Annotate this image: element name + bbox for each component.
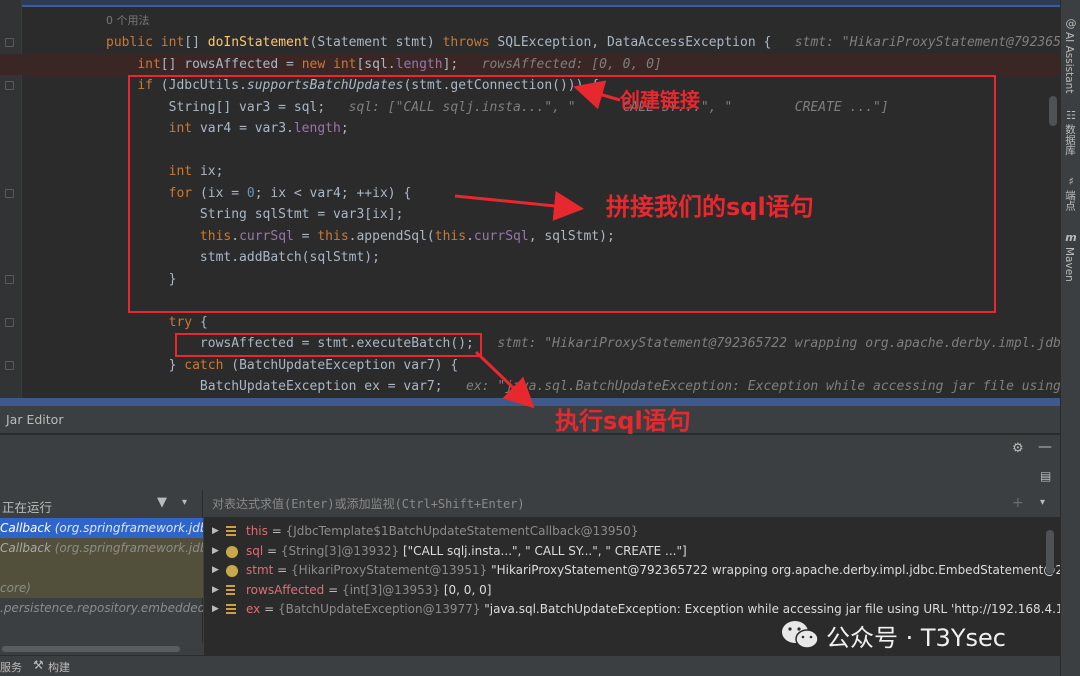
variable-name: sql: [246, 543, 264, 558]
services-tab[interactable]: 服务: [0, 659, 22, 675]
chevron-down-icon[interactable]: ▾: [182, 497, 187, 508]
variable-value: [0, 0, 0]: [443, 582, 492, 597]
field-icon: [226, 526, 236, 538]
arrow-create-connection: [573, 80, 621, 110]
stack-frame[interactable]: [0, 558, 203, 578]
layout-icon[interactable]: ▤: [1040, 469, 1051, 483]
variable-type: {HikariProxyStatement@13951}: [291, 563, 488, 577]
expand-arrow-icon[interactable]: ▶: [212, 600, 219, 620]
variable-equals: =: [263, 543, 281, 558]
variable-text: rowsAffected = {int[3]@13953} [0, 0, 0]: [246, 581, 491, 601]
evaluate-expression-input[interactable]: [212, 494, 1012, 514]
expand-arrow-icon[interactable]: ▶: [212, 522, 219, 542]
right-tool-strip: @ AI Assistant ☷ 数据库 ♯ 端点 m Maven: [1060, 0, 1080, 676]
arrow-execute-sql: [474, 350, 535, 409]
variable-equals: =: [267, 524, 286, 538]
parameter-icon: [226, 565, 238, 577]
stack-frame[interactable]: Callback (org.springframework.jdbc.core): [0, 518, 203, 538]
chevron-down-icon[interactable]: ▾: [1040, 497, 1045, 508]
variable-name: stmt: [246, 563, 274, 577]
variable-type: {String[3]@13932}: [280, 543, 400, 558]
frames-scrollbar[interactable]: [0, 643, 203, 655]
variable-row[interactable]: ▶ stmt = {HikariProxyStatement@13951} "Hi…: [204, 561, 1060, 581]
variable-row[interactable]: ▶ sql = {String[3]@13932} ["CALL sqlj.ins…: [204, 542, 1060, 562]
arrow-concat-sql: [454, 190, 584, 221]
variable-name: this: [246, 524, 268, 538]
variable-value: "HikariProxyStatement@792365722 wrapping…: [491, 563, 1060, 577]
stack-frame[interactable]: Callback (org.springframework.jdbc.core): [0, 538, 203, 558]
maven-icon[interactable]: m: [1065, 232, 1077, 244]
frames-panel: 正在运行 ▼ ▾ Callback (org.springframework.j…: [0, 490, 203, 655]
annotation-create-connection: 创建链接: [620, 88, 700, 112]
variable-type: {int[3]@13953}: [341, 582, 441, 597]
frame-method: Callback: [0, 541, 51, 555]
variable-row[interactable]: ▶ this = {JdbcTemplate$1BatchUpdateStatem…: [204, 522, 1060, 542]
expand-arrow-icon[interactable]: ▶: [212, 542, 219, 562]
wechat-icon: [782, 621, 819, 649]
variable-text: this = {JdbcTemplate$1BatchUpdateStateme…: [246, 522, 638, 542]
tab-maven[interactable]: Maven: [1063, 247, 1075, 282]
filter-icon[interactable]: ▼: [157, 495, 167, 510]
thread-status-label[interactable]: 正在运行: [2, 497, 52, 516]
variable-text: sql = {String[3]@13932} ["CALL sqlj.inst…: [246, 542, 687, 562]
array-icon: [226, 584, 235, 597]
annotation-execute-sql: 执行sql语句: [555, 407, 691, 435]
annotation-concat-sql: 拼接我们的sql语句: [606, 193, 814, 221]
tab-ai-assistant[interactable]: AI Assistant: [1063, 32, 1075, 93]
frame-location: (org.springframework.jdbc.core): [54, 541, 203, 555]
endpoints-icon[interactable]: ♯: [1065, 176, 1077, 188]
variable-value: ["CALL sqlj.insta...", " CALL SY...", " …: [402, 543, 687, 558]
variable-type: {BatchUpdateException@13977}: [277, 602, 481, 616]
stack-frame[interactable]: [0, 618, 203, 638]
field-icon: [226, 604, 236, 616]
minimize-icon[interactable]: —: [1038, 439, 1052, 455]
variable-row[interactable]: ▶ rowsAffected = {int[3]@13953} [0, 0, 0]: [204, 581, 1060, 601]
variable-type: {JdbcTemplate$1BatchUpdateStatementCallb…: [285, 524, 639, 538]
variables-scrollbar[interactable]: [1046, 530, 1054, 574]
database-icon[interactable]: ☷: [1065, 110, 1077, 122]
variable-text: stmt = {HikariProxyStatement@13951} "Hik…: [246, 561, 1060, 581]
expand-arrow-icon[interactable]: ▶: [212, 561, 219, 581]
ide-window: 0 个用法 public int[] doInStatement(Stateme…: [0, 0, 1080, 676]
stack-frame[interactable]: core): [0, 578, 203, 598]
variable-name: ex: [246, 602, 261, 616]
variable-text: ex = {BatchUpdateException@13977} "java.…: [246, 600, 1060, 620]
tab-database[interactable]: 数据库: [1063, 124, 1078, 156]
settings-gear-icon[interactable]: ⚙: [1012, 441, 1024, 456]
frame-location: .persistence.repository.embedded.: [0, 601, 203, 615]
expand-arrow-icon[interactable]: ▶: [212, 581, 219, 601]
parameter-icon: [226, 545, 238, 558]
frame-location: core): [0, 581, 31, 595]
annotation-arrows: [454, 80, 621, 409]
watermark-text: 公众号 · T3Ysec: [826, 624, 1006, 652]
variable-equals: =: [260, 602, 278, 616]
evaluate-bar: + ▾: [204, 490, 1060, 518]
variable-equals: =: [273, 563, 292, 577]
variable-equals: =: [324, 582, 342, 597]
variable-name: rowsAffected: [246, 582, 325, 597]
frame-method: Callback: [0, 521, 51, 535]
frames-header: 正在运行 ▼ ▾: [0, 490, 203, 518]
add-watch-icon[interactable]: +: [1012, 495, 1024, 511]
ai-assistant-icon[interactable]: @: [1065, 18, 1077, 30]
variable-value: "java.sql.BatchUpdateException: Exceptio…: [484, 602, 1060, 616]
variable-row[interactable]: ▶ ex = {BatchUpdateException@13977} "java…: [204, 600, 1060, 620]
status-bar: 服务 ⚒ 构建: [0, 655, 1060, 676]
tab-endpoints[interactable]: 端点: [1063, 190, 1078, 211]
hammer-icon[interactable]: ⚒: [33, 658, 44, 672]
build-tab[interactable]: 构建: [48, 659, 70, 675]
stack-frame[interactable]: .persistence.repository.embedded.: [0, 598, 203, 618]
frame-location: (org.springframework.jdbc.core): [54, 521, 203, 535]
